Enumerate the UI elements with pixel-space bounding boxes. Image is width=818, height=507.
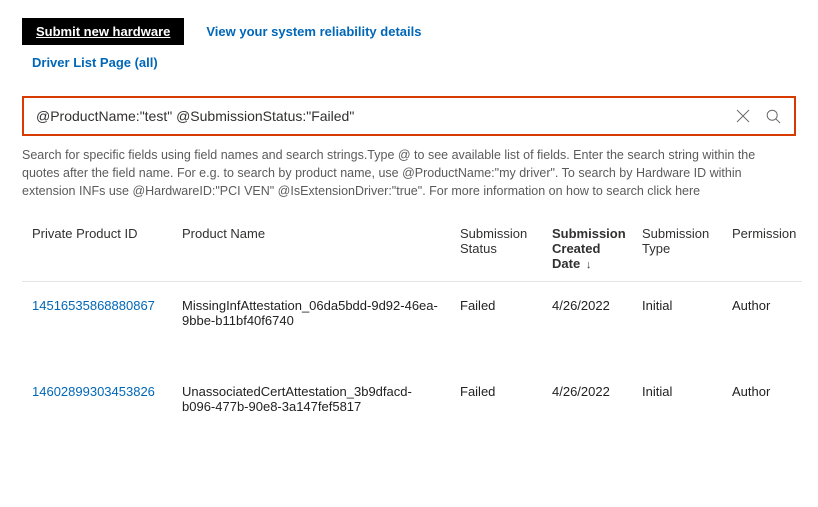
col-header-status[interactable]: Submission Status xyxy=(450,218,542,282)
top-action-bar: Submit new hardware View your system rel… xyxy=(0,18,818,45)
cell-product-name: MissingInfAttestation_06da5bdd-9d92-46ea… xyxy=(172,282,450,369)
product-id-link[interactable]: 14602899303453826 xyxy=(32,384,155,399)
col-header-id[interactable]: Private Product ID xyxy=(22,218,172,282)
cell-permission: Author xyxy=(722,368,802,454)
cell-permission: Author xyxy=(722,282,802,369)
col-header-created-date[interactable]: Submission Created Date ↓ xyxy=(542,218,632,282)
clear-search-icon[interactable] xyxy=(732,105,754,127)
col-header-name[interactable]: Product Name xyxy=(172,218,450,282)
table-row: 14516535868880867 MissingInfAttestation_… xyxy=(22,282,802,369)
driver-list-page-link[interactable]: Driver List Page (all) xyxy=(32,55,158,70)
secondary-link-row: Driver List Page (all) xyxy=(0,55,818,70)
table-header-row: Private Product ID Product Name Submissi… xyxy=(22,218,802,282)
cell-date: 4/26/2022 xyxy=(542,282,632,369)
help-body: Search for specific fields using field n… xyxy=(22,148,755,198)
cell-product-name: UnassociatedCertAttestation_3b9dfacd-b09… xyxy=(172,368,450,454)
product-id-link[interactable]: 14516535868880867 xyxy=(32,298,155,313)
cell-type: Initial xyxy=(632,368,722,454)
table-row: 14602899303453826 UnassociatedCertAttest… xyxy=(22,368,802,454)
search-icon[interactable] xyxy=(762,105,784,127)
cell-date: 4/26/2022 xyxy=(542,368,632,454)
sort-descending-icon: ↓ xyxy=(586,259,592,271)
col-header-type[interactable]: Submission Type xyxy=(632,218,722,282)
help-here-link[interactable]: here xyxy=(675,184,700,198)
search-bar xyxy=(22,96,796,136)
cell-status: Failed xyxy=(450,282,542,369)
search-help-text: Search for specific fields using field n… xyxy=(0,146,818,200)
cell-type: Initial xyxy=(632,282,722,369)
system-reliability-link[interactable]: View your system reliability details xyxy=(206,24,421,39)
search-input[interactable] xyxy=(36,108,724,124)
results-table: Private Product ID Product Name Submissi… xyxy=(22,218,802,454)
cell-status: Failed xyxy=(450,368,542,454)
col-header-permission[interactable]: Permission xyxy=(722,218,802,282)
submit-new-hardware-button[interactable]: Submit new hardware xyxy=(22,18,184,45)
